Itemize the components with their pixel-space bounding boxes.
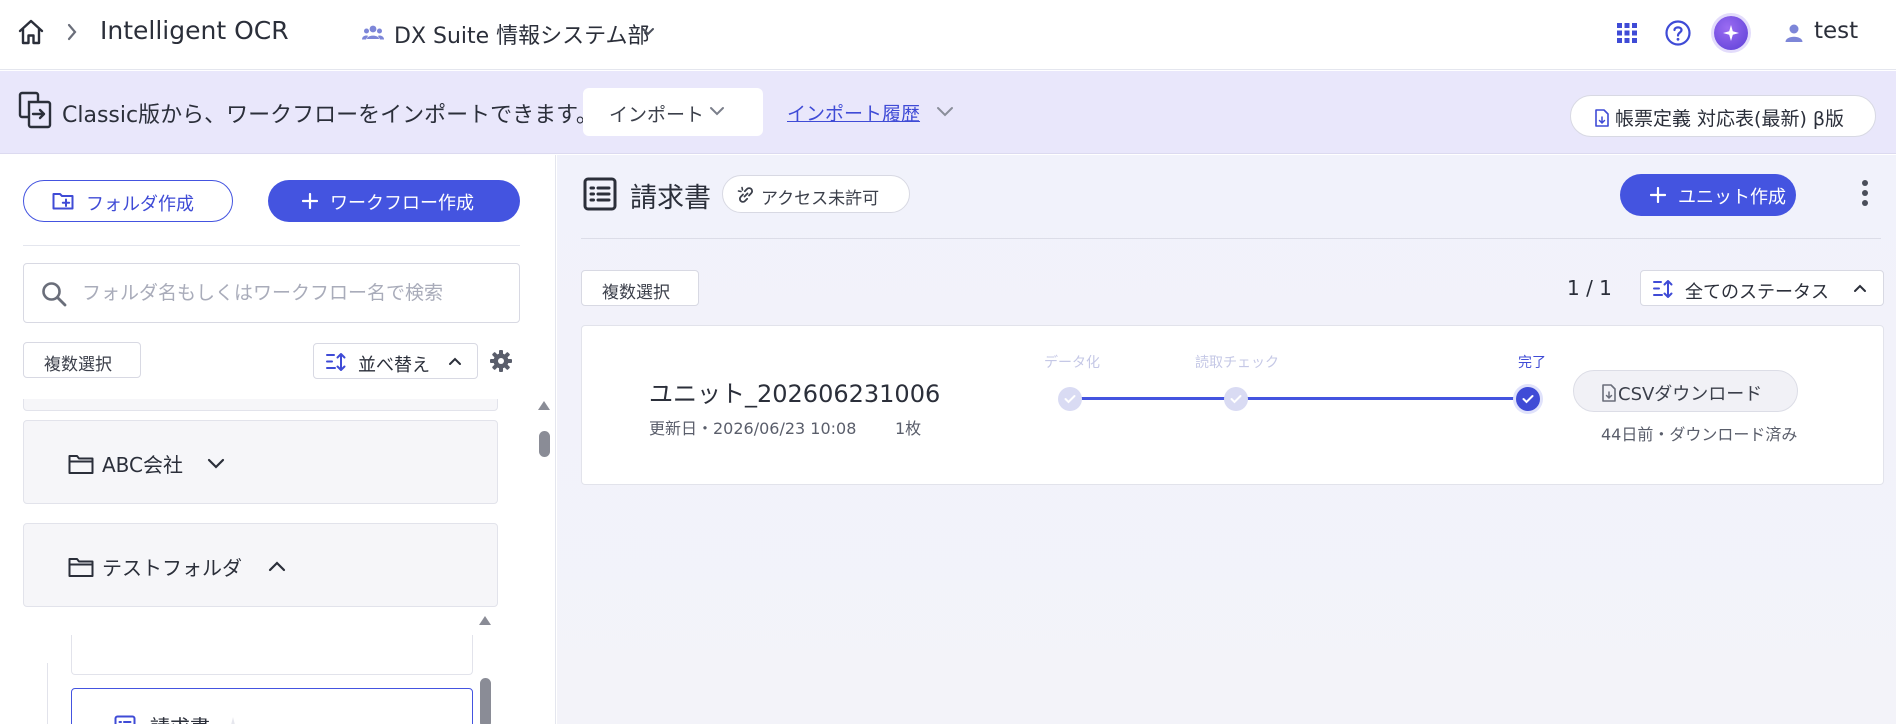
create-workflow-button[interactable]: ワークフロー作成 xyxy=(268,180,520,222)
help-icon[interactable] xyxy=(1664,19,1692,47)
apps-grid-icon[interactable] xyxy=(1616,22,1638,44)
plus-icon xyxy=(302,193,318,209)
page-count: 1 / 1 xyxy=(1567,276,1612,300)
import-label: インポート xyxy=(609,104,705,126)
ai-sparkle-icon[interactable] xyxy=(1714,16,1748,50)
plus-icon xyxy=(1650,187,1666,203)
list-doc-icon xyxy=(583,177,617,211)
check-icon xyxy=(1064,395,1076,404)
create-unit-button[interactable]: ユニット作成 xyxy=(1620,174,1796,216)
kebab-menu-icon[interactable] xyxy=(1861,179,1869,207)
folder-list: ABC会社 テストフォルダ 請求書 xyxy=(23,399,498,724)
chevron-right-icon xyxy=(64,22,80,42)
file-icon xyxy=(1595,109,1609,127)
status-filter-dropdown[interactable]: 全てのステータス xyxy=(1640,270,1884,306)
chevron-up-icon xyxy=(1853,283,1867,293)
sort-icon xyxy=(326,352,348,372)
folder-name: ABC会社 xyxy=(102,453,184,477)
create-unit-label: ユニット作成 xyxy=(1678,187,1786,208)
chevron-up-icon[interactable] xyxy=(268,560,286,572)
import-banner: Classic版から、ワークフローをインポートできます。 インポート インポート… xyxy=(0,71,1896,154)
workflow-name: 請求書 xyxy=(150,711,210,724)
unit-updated: 更新日・2026/06/23 10:08 xyxy=(649,419,857,438)
gear-icon[interactable] xyxy=(490,350,512,372)
access-status-badge[interactable]: アクセス未許可 xyxy=(722,175,910,213)
folder-scrollbar[interactable] xyxy=(476,614,494,724)
chevron-down-icon[interactable] xyxy=(640,25,656,39)
scrollbar-thumb[interactable] xyxy=(539,431,550,457)
workflow-item[interactable] xyxy=(71,635,473,675)
chevron-down-icon[interactable] xyxy=(207,457,225,469)
folder-icon xyxy=(68,453,94,475)
search-box xyxy=(23,263,520,323)
chevron-up-icon xyxy=(448,356,462,366)
folder-item[interactable] xyxy=(23,399,498,411)
main-panel: 請求書 アクセス未許可 ユニット作成 複数選択 1 / 1 全てのステータス ユ… xyxy=(557,155,1896,724)
link-off-icon xyxy=(737,186,755,204)
folder-icon xyxy=(68,556,94,578)
file-icon xyxy=(1602,384,1616,402)
folder-name: テストフォルダ xyxy=(102,556,242,580)
user-icon[interactable] xyxy=(1784,22,1804,44)
sort-label: 並べ替え xyxy=(358,355,430,376)
step-label-review: 読取チェック xyxy=(1195,355,1279,371)
scroll-up-icon[interactable] xyxy=(478,614,492,626)
definition-table-label: 帳票定義 対応表(最新) β版 xyxy=(1615,108,1845,130)
check-icon xyxy=(1230,395,1242,404)
create-folder-label: フォルダ作成 xyxy=(86,194,194,215)
folder-add-icon xyxy=(52,191,74,211)
app-title[interactable]: Intelligent OCR xyxy=(100,16,289,45)
folder-item-test[interactable]: テストフォルダ xyxy=(23,523,498,607)
csv-download-button[interactable]: CSVダウンロード xyxy=(1573,370,1798,412)
sidebar: フォルダ作成 ワークフロー作成 複数選択 並べ替え ABC会社 xyxy=(0,155,556,724)
organization-selector[interactable]: DX Suite 情報システム部 xyxy=(394,18,650,50)
top-header: Intelligent OCR DX Suite 情報システム部 test xyxy=(0,0,1896,70)
scroll-up-icon[interactable] xyxy=(537,399,551,411)
unit-page-count: 1枚 xyxy=(895,419,922,438)
import-history-link[interactable]: インポート履歴 xyxy=(787,99,920,126)
create-workflow-label: ワークフロー作成 xyxy=(330,193,474,214)
sidebar-scrollbar[interactable] xyxy=(534,399,552,724)
step-indicator xyxy=(1516,387,1540,411)
group-icon xyxy=(362,22,384,44)
import-icon xyxy=(18,91,52,129)
home-icon[interactable] xyxy=(16,17,46,47)
search-icon xyxy=(40,280,68,308)
page-title: 請求書 xyxy=(630,183,711,214)
sparkle-icon xyxy=(222,715,244,724)
sort-icon xyxy=(1653,279,1675,299)
folder-item-abc[interactable]: ABC会社 xyxy=(23,420,498,504)
tree-connector xyxy=(47,663,48,724)
check-icon xyxy=(1522,395,1534,404)
chevron-down-icon xyxy=(709,105,725,117)
search-input[interactable] xyxy=(82,272,512,314)
unit-card[interactable]: ユニット_202606231006 更新日・2026/06/23 10:08 1… xyxy=(581,325,1884,485)
multi-select-button[interactable]: 複数選択 xyxy=(581,270,699,306)
sort-button[interactable]: 並べ替え xyxy=(313,343,478,379)
definition-table-button[interactable]: 帳票定義 対応表(最新) β版 xyxy=(1570,95,1876,137)
divider xyxy=(581,238,1881,239)
csv-download-label: CSVダウンロード xyxy=(1618,384,1763,405)
progress-track xyxy=(1070,397,1530,400)
step-label-complete: 完了 xyxy=(1518,355,1546,371)
list-doc-icon xyxy=(114,715,136,724)
import-message: Classic版から、ワークフローをインポートできます。 xyxy=(62,103,598,128)
divider xyxy=(23,245,520,246)
unit-name[interactable]: ユニット_202606231006 xyxy=(649,374,940,409)
user-name[interactable]: test xyxy=(1814,18,1858,44)
import-dropdown[interactable]: インポート xyxy=(583,88,763,136)
multi-select-button[interactable]: 複数選択 xyxy=(23,342,141,378)
step-indicator xyxy=(1224,387,1248,411)
access-status-label: アクセス未許可 xyxy=(761,189,880,209)
workflow-item-invoice[interactable]: 請求書 xyxy=(71,688,473,724)
download-status: 44日前・ダウンロード済み xyxy=(1601,425,1798,444)
step-indicator xyxy=(1058,387,1082,411)
status-filter-label: 全てのステータス xyxy=(1685,282,1829,303)
scrollbar-thumb[interactable] xyxy=(480,678,491,724)
chevron-down-icon[interactable] xyxy=(936,105,954,117)
create-folder-button[interactable]: フォルダ作成 xyxy=(23,180,233,222)
step-label-digitize: データ化 xyxy=(1044,355,1100,371)
